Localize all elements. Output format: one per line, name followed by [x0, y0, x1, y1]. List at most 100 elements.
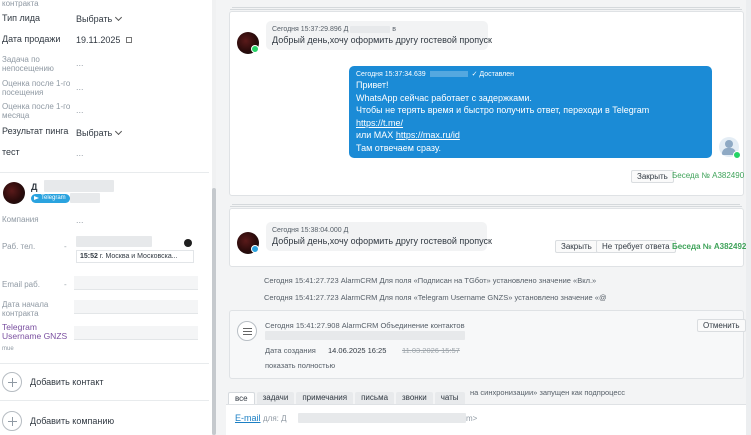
no-reply-needed-button[interactable]: Не требует ответа [596, 240, 676, 253]
add-contact-button[interactable]: Добавить контакт [2, 372, 103, 392]
card-stack-edge [232, 204, 740, 205]
telegram-username-input[interactable] [74, 326, 198, 340]
field-label: Задача по непосещению [2, 55, 54, 73]
redacted-name [350, 25, 391, 33]
field-label: Оценка после 1-го посещения [2, 79, 71, 97]
incoming-message: Сегодня 15:37:29.896 Д в Добрый день,хоч… [266, 21, 492, 50]
field-label-link[interactable]: Telegram Username GNZS [2, 323, 72, 341]
merge-contacts-card: Сегодня 15:41:27.908 AlarmCRM Объединени… [229, 310, 746, 379]
telegram-link[interactable]: https://t.me/ [356, 118, 403, 128]
merge-meta: Сегодня 15:41:27.908 AlarmCRM Объединени… [265, 321, 465, 330]
rating-first-month-input[interactable]: ... [76, 105, 84, 115]
add-company-label: Добавить компанию [30, 416, 115, 426]
contact-name[interactable]: Д [31, 182, 37, 192]
delivery-status: Доставлен [479, 71, 515, 78]
activity-feed: Сегодня 15:37:29.896 Д в Добрый день,хоч… [216, 0, 751, 435]
message-line: Чтобы не терять время и быстро получить … [356, 105, 650, 115]
show-full-link[interactable]: показать полностью [265, 361, 335, 370]
close-conversation-button[interactable]: Закрыть [555, 240, 598, 253]
conversation-card: Сегодня 15:38:04.000 Д Добрый день,хочу … [229, 208, 746, 267]
redacted-block [70, 193, 100, 203]
add-company-button[interactable]: Добавить компанию [2, 411, 114, 431]
test-input[interactable]: ... [76, 148, 84, 158]
card-stack-edge [230, 206, 742, 207]
region-time: 15:52 [80, 253, 98, 260]
message-meta: Сегодня 15:37:29.896 Д в [272, 25, 482, 34]
message-line: или MAX https://max.ru/id [356, 129, 705, 142]
telegram-username-sub: mue [2, 346, 14, 352]
chat-bubble-icon[interactable] [184, 239, 192, 247]
card-stack-edge [230, 9, 742, 10]
delivered-check-icon: ✓ [471, 71, 478, 78]
system-note: Сегодня 15:41:27.723 AlarmCRM Для поля «… [264, 293, 607, 302]
sale-date-input[interactable]: 19.11.2025 [76, 35, 133, 45]
tab-all[interactable]: все [228, 392, 255, 404]
tab-tasks[interactable]: задачи [256, 392, 295, 404]
outgoing-message: Сегодня 15:37:34.639 ✓ Доставлен Привет!… [349, 66, 712, 158]
redacted-content [265, 331, 465, 340]
calendar-icon[interactable] [126, 37, 133, 43]
message-line: Привет! [356, 80, 389, 90]
system-note: Сегодня 15:41:27.723 AlarmCRM Для поля «… [264, 276, 597, 285]
message-line: https://t.me/ [356, 117, 705, 130]
system-note-partial: на синхронизации» запущен как подпроцесс [470, 388, 626, 397]
close-conversation-button[interactable]: Закрыть [631, 170, 674, 183]
region-name: г. Москва и Московска... [99, 253, 178, 260]
lead-details-panel: контракта Тип лида Выбрать Дата продажи … [0, 0, 209, 435]
message-timestamp: Сегодня 15:38:04.000 Д [272, 227, 349, 234]
message-composer[interactable]: E-mail для: Д m> [226, 404, 751, 435]
select-value: Выбрать [76, 14, 113, 24]
feed-scrollbar[interactable] [746, 0, 751, 435]
recipient-prefix: для: Д [263, 414, 287, 423]
chevron-down-icon [115, 13, 123, 22]
feed-filter-tabs: все задачи примечания письма звонки чаты [228, 392, 465, 404]
whatsapp-icon [733, 151, 741, 159]
conversation-card: Сегодня 15:37:29.896 Д в Добрый день,хоч… [229, 11, 744, 196]
message-line: Там отвечаем сразу. [356, 142, 442, 153]
redacted-name [44, 180, 114, 192]
field-label: Результат пинга [2, 126, 69, 136]
conversation-link[interactable]: Беседа № А382490 [672, 171, 744, 180]
tab-calls[interactable]: звонки [396, 392, 433, 404]
max-link[interactable]: https://max.ru/id [396, 130, 460, 140]
telegram-icon [251, 245, 259, 253]
field-label: Дата продажи [2, 34, 61, 44]
contract-start-input[interactable] [74, 300, 198, 314]
company-input[interactable]: ... [76, 215, 84, 225]
message-timestamp: Сегодня 15:37:29.896 Д [272, 26, 349, 33]
plus-icon [2, 372, 22, 392]
contact-avatar[interactable] [3, 182, 25, 204]
phone-type-toggle[interactable]: - [64, 242, 67, 251]
task-no-visit-input[interactable]: ... [76, 58, 84, 68]
tab-emails[interactable]: письма [355, 392, 395, 404]
whatsapp-icon [251, 45, 259, 53]
tab-notes[interactable]: примечания [296, 392, 354, 404]
redacted-sender [429, 71, 468, 78]
message-text: Добрый день,хочу оформить другу гостевой… [272, 236, 492, 246]
conversation-link[interactable]: Беседа № А382492 [672, 242, 746, 251]
channel-selector[interactable]: E-mail [235, 413, 261, 423]
lead-type-select[interactable]: Выбрать [76, 13, 123, 24]
recipient-suffix: m> [466, 414, 478, 423]
divider [0, 363, 209, 364]
redacted-recipient [298, 413, 466, 423]
cancel-merge-button[interactable]: Отменить [697, 319, 746, 332]
divider [0, 400, 209, 401]
telegram-badge: Telegram [31, 194, 70, 203]
field-label: Раб. тел. [2, 242, 36, 251]
ping-result-select[interactable]: Выбрать [76, 127, 123, 138]
merge-icon [237, 321, 257, 341]
divider [0, 172, 209, 173]
created-old-value: 11.03.2026 15:57 [402, 346, 460, 355]
work-email-input[interactable] [74, 276, 198, 290]
field-label: тест [2, 147, 20, 157]
rating-first-visit-input[interactable]: ... [76, 82, 84, 92]
tab-chats[interactable]: чаты [434, 392, 465, 404]
region-tooltip: 15:52 г. Москва и Московска... [76, 250, 194, 263]
created-value: 14.06.2025 16:25 [328, 346, 387, 355]
email-type-toggle[interactable]: - [64, 280, 67, 289]
incoming-message: Сегодня 15:38:04.000 Д Добрый день,хочу … [266, 222, 492, 251]
message-timestamp: Сегодня 15:37:34.639 [356, 71, 426, 78]
field-label: Тип лида [2, 13, 41, 23]
message-text: или MAX [356, 130, 396, 140]
